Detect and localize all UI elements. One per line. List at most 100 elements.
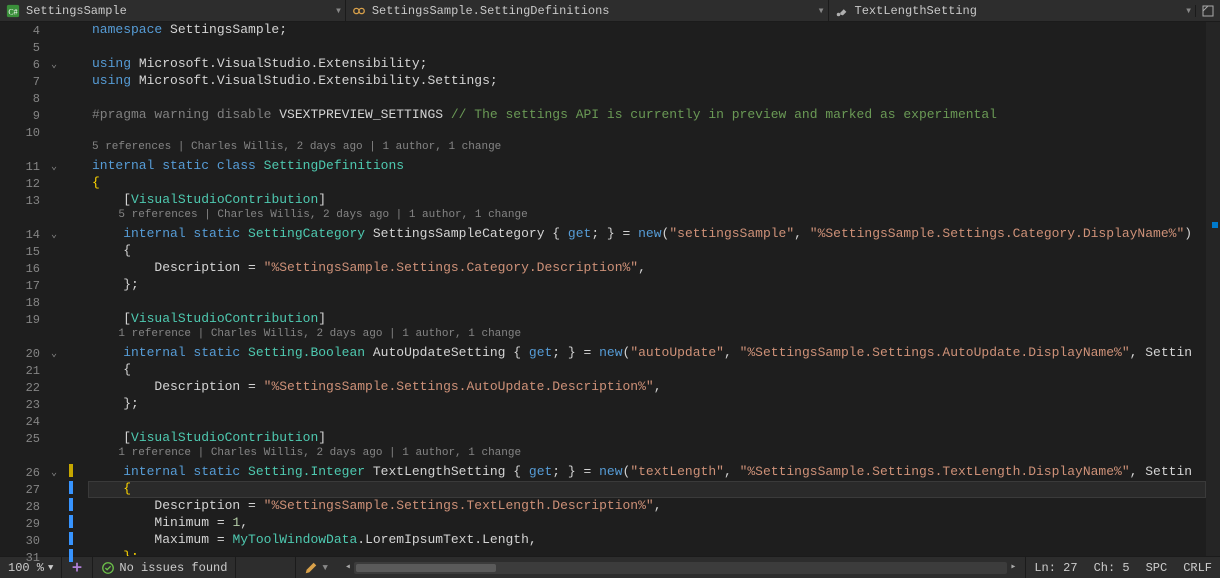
line-number: 29 <box>0 517 48 531</box>
line-number: 24 <box>0 415 48 429</box>
change-marker-icon <box>69 549 73 562</box>
code-line[interactable] <box>88 413 1206 430</box>
fold-toggle[interactable]: ⌄ <box>48 229 60 241</box>
nav-scope-dropdown[interactable]: SettingsSample.SettingDefinitions <box>345 0 616 21</box>
code-line[interactable]: Description = "%SettingsSample.Settings.… <box>88 498 1206 515</box>
change-marker-icon <box>69 481 73 494</box>
nav-scope-label: SettingsSample.SettingDefinitions <box>372 4 610 18</box>
scroll-left-icon[interactable]: ◂ <box>342 562 354 574</box>
svg-text:C#: C# <box>8 7 17 16</box>
eol-button[interactable]: CRLF <box>1175 557 1220 578</box>
code-line[interactable] <box>88 39 1206 56</box>
code-line[interactable] <box>88 124 1206 141</box>
nav-scope-chevron[interactable]: ▾ <box>814 3 828 18</box>
code-line[interactable]: internal static class SettingDefinitions <box>88 158 1206 175</box>
code-line[interactable]: #pragma warning disable VSEXTPREVIEW_SET… <box>88 107 1206 124</box>
indent-label: SPC <box>1146 561 1168 575</box>
code-editor[interactable]: 4 5 6⌄ 7 8 9 10 11⌄ 12 13 14⌄ 15 16 17 1… <box>0 22 1220 556</box>
fold-toggle[interactable]: ⌄ <box>48 467 60 479</box>
class-icon <box>352 4 366 18</box>
nav-member-chevron[interactable]: ▾ <box>1181 3 1195 18</box>
line-number: 5 <box>0 41 48 55</box>
line-number: 4 <box>0 24 48 38</box>
navigation-bar: C# SettingsSample ▾ SettingsSample.Setti… <box>0 0 1220 22</box>
code-line[interactable]: Maximum = MyToolWindowData.LoremIpsumTex… <box>88 532 1206 549</box>
code-line-current[interactable]: { <box>88 481 1206 498</box>
line-number: 13 <box>0 194 48 208</box>
code-line[interactable]: [VisualStudioContribution] <box>88 192 1206 209</box>
code-line[interactable]: Minimum = 1, <box>88 515 1206 532</box>
line-number: 20 <box>0 347 48 361</box>
change-marker-icon <box>69 464 73 477</box>
nav-file-label: SettingsSample <box>26 4 127 18</box>
horizontal-scrollbar[interactable]: ◂ ▸ <box>354 562 1007 574</box>
code-line[interactable]: using Microsoft.VisualStudio.Extensibili… <box>88 73 1206 90</box>
fold-toggle[interactable]: ⌄ <box>48 348 60 360</box>
error-list-button[interactable]: No issues found <box>92 557 235 578</box>
line-number: 8 <box>0 92 48 106</box>
code-line[interactable] <box>88 294 1206 311</box>
line-number: 31 <box>0 551 48 565</box>
code-line[interactable]: { <box>88 243 1206 260</box>
line-number: 17 <box>0 279 48 293</box>
code-line[interactable]: { <box>88 175 1206 192</box>
code-content[interactable]: namespace SettingsSample; using Microsof… <box>88 22 1206 556</box>
overview-ruler[interactable] <box>1206 22 1220 556</box>
nav-member-dropdown[interactable]: TextLengthSetting <box>828 0 983 21</box>
fold-toggle[interactable]: ⌄ <box>48 59 60 71</box>
nav-right-controls <box>1195 5 1220 17</box>
code-line[interactable]: Description = "%SettingsSample.Settings.… <box>88 260 1206 277</box>
nav-file-dropdown[interactable]: C# SettingsSample <box>0 0 133 21</box>
char-button[interactable]: Ch: 5 <box>1086 557 1138 578</box>
line-number: 11 <box>0 160 48 174</box>
line-number: 7 <box>0 75 48 89</box>
line-col-button[interactable]: Ln: 27 <box>1025 557 1085 578</box>
line-number: 9 <box>0 109 48 123</box>
line-number: 25 <box>0 432 48 446</box>
code-line[interactable]: Description = "%SettingsSample.Settings.… <box>88 379 1206 396</box>
gutter: 4 5 6⌄ 7 8 9 10 11⌄ 12 13 14⌄ 15 16 17 1… <box>0 22 88 556</box>
line-number: 22 <box>0 381 48 395</box>
line-label: Ln: 27 <box>1034 561 1077 575</box>
code-line[interactable]: { <box>88 362 1206 379</box>
line-number: 28 <box>0 500 48 514</box>
line-number: 15 <box>0 245 48 259</box>
change-marker-icon <box>69 515 73 528</box>
scroll-right-icon[interactable]: ▸ <box>1007 562 1019 574</box>
code-lens[interactable]: 5 references | Charles Willis, 2 days ag… <box>88 141 1206 158</box>
pencil-icon <box>304 561 318 575</box>
line-number: 21 <box>0 364 48 378</box>
code-line[interactable]: internal static Setting.Boolean AutoUpda… <box>88 345 1206 362</box>
code-line[interactable]: using Microsoft.VisualStudio.Extensibili… <box>88 56 1206 73</box>
status-bar: 100 % ▼ No issues found ▼ ◂ ▸ Ln: 27 Ch:… <box>0 556 1220 578</box>
line-number: 18 <box>0 296 48 310</box>
code-line[interactable]: }; <box>88 277 1206 294</box>
split-window-icon[interactable] <box>1202 5 1214 17</box>
nav-member-label: TextLengthSetting <box>855 4 977 18</box>
code-lens[interactable]: 1 reference | Charles Willis, 2 days ago… <box>88 447 1206 464</box>
code-lens[interactable]: 5 references | Charles Willis, 2 days ag… <box>88 209 1206 226</box>
eol-label: CRLF <box>1183 561 1212 575</box>
line-number: 12 <box>0 177 48 191</box>
code-line[interactable]: namespace SettingsSample; <box>88 22 1206 39</box>
track-changes-button[interactable]: ▼ <box>295 557 335 578</box>
code-lens[interactable]: 1 reference | Charles Willis, 2 days ago… <box>88 328 1206 345</box>
char-label: Ch: 5 <box>1094 561 1130 575</box>
code-line[interactable]: internal static Setting.Integer TextLeng… <box>88 464 1206 481</box>
scrollbar-thumb[interactable] <box>356 564 496 572</box>
code-line[interactable] <box>88 90 1206 107</box>
code-line[interactable]: [VisualStudioContribution] <box>88 311 1206 328</box>
line-number: 10 <box>0 126 48 140</box>
indent-button[interactable]: SPC <box>1138 557 1176 578</box>
code-line[interactable]: [VisualStudioContribution] <box>88 430 1206 447</box>
change-marker-icon <box>69 498 73 511</box>
csharp-file-icon: C# <box>6 4 20 18</box>
line-number: 23 <box>0 398 48 412</box>
nav-file-chevron[interactable]: ▾ <box>331 3 345 18</box>
code-line[interactable]: }; <box>88 549 1206 556</box>
line-number: 14 <box>0 228 48 242</box>
code-line[interactable]: }; <box>88 396 1206 413</box>
property-icon <box>835 4 849 18</box>
code-line[interactable]: internal static SettingCategory Settings… <box>88 226 1206 243</box>
fold-toggle[interactable]: ⌄ <box>48 161 60 173</box>
